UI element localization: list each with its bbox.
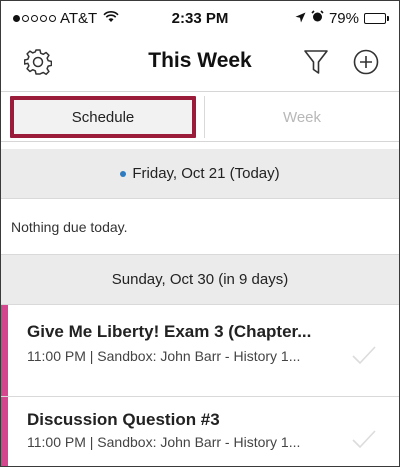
battery-icon [364,13,389,24]
app-screen: AT&T 2:33 PM 79% This Week Schedule Week… [0,0,400,467]
date-header-upcoming: Sunday, Oct 30 (in 9 days) [1,255,399,305]
checkmark-icon[interactable] [351,345,377,365]
segmented-control: Schedule Week [1,91,399,142]
date-header-today: Friday, Oct 21 (Today) [1,149,399,199]
item-title: Discussion Question #3 [27,410,220,429]
battery-percent: 79% [328,10,359,27]
item-subtitle: 11:00 PM | Sandbox: John Barr - History … [27,348,301,364]
checkmark-icon[interactable] [351,429,377,449]
today-indicator-dot [120,170,127,177]
status-bar: AT&T 2:33 PM 79% [1,1,399,35]
status-right: 79% [295,10,389,27]
plus-circle-icon[interactable] [351,47,381,77]
page-title: This Week [148,49,252,72]
empty-state-message: Nothing due today. [1,199,399,255]
item-subtitle: 11:00 PM | Sandbox: John Barr - History … [27,434,301,450]
alarm-icon [311,10,324,27]
item-color-bar [1,397,8,466]
date-header-label: Sunday, Oct 30 (in 9 days) [111,271,289,288]
location-arrow-icon [295,10,306,27]
item-color-bar [1,305,8,396]
nav-bar: This Week [1,35,399,89]
item-title: Give Me Liberty! Exam 3 (Chapter... [27,322,312,341]
filter-icon[interactable] [301,47,331,77]
list-item[interactable]: Give Me Liberty! Exam 3 (Chapter... 11:0… [1,305,399,397]
tab-schedule[interactable]: Schedule [10,96,196,138]
date-header-label: Friday, Oct 21 (Today) [132,165,280,182]
list-item[interactable]: Discussion Question #3 11:00 PM | Sandbo… [1,397,399,466]
tab-week[interactable]: Week [204,96,399,138]
